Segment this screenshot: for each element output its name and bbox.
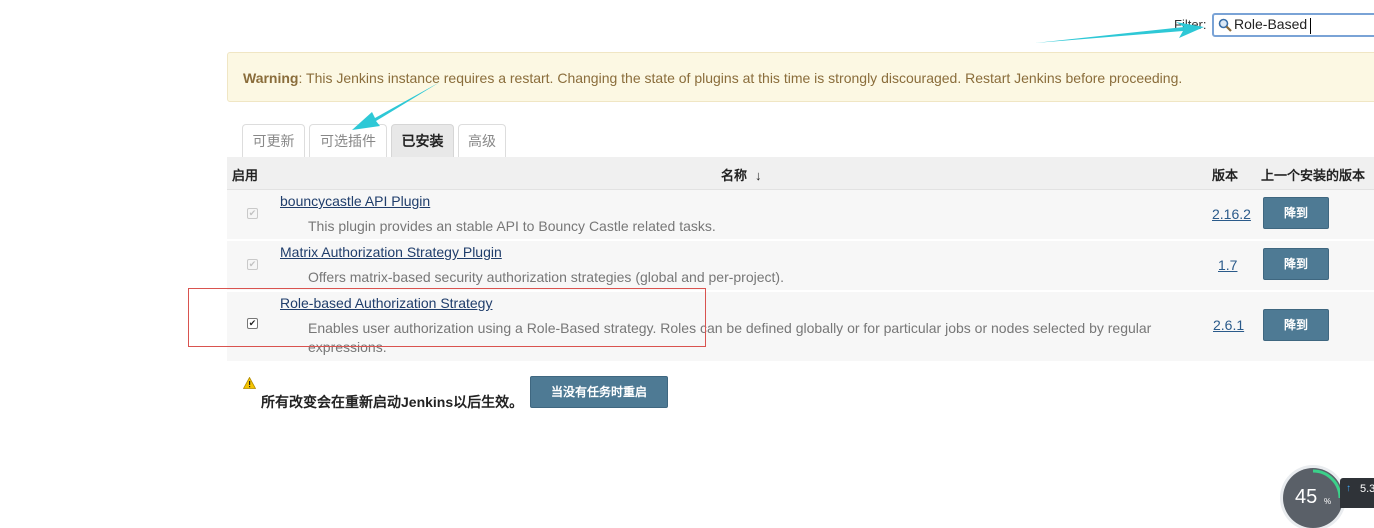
header-enabled[interactable]: 启用 [232, 165, 258, 184]
network-speed-widget[interactable]: ↑ 5.3 [1340, 478, 1374, 508]
warning-text: : This Jenkins instance requires a resta… [298, 70, 1183, 86]
table-row: ✔ Matrix Authorization Strategy Plugin O… [227, 241, 1374, 290]
header-name-label: 名称 [721, 168, 748, 183]
header-name[interactable]: 名称 ↓ [721, 165, 762, 184]
enable-checkbox: ✔ [247, 259, 258, 270]
highlight-annotation-box [188, 288, 706, 347]
filter-input[interactable] [1234, 16, 1374, 32]
downgrade-button[interactable]: 降到 [1263, 248, 1329, 280]
plugin-description: Offers matrix-based security authorizati… [308, 269, 784, 285]
tab-installed[interactable]: 已安装 [391, 124, 454, 157]
table-row: ✔ bouncycastle API Plugin This plugin pr… [227, 190, 1374, 239]
cpu-value: 45 [1295, 486, 1318, 508]
search-icon [1218, 18, 1232, 32]
tab-available[interactable]: 可选插件 [309, 124, 387, 157]
header-previous-version[interactable]: 上一个安装的版本 [1261, 165, 1365, 184]
downgrade-button[interactable]: 降到 [1263, 197, 1329, 229]
cpu-usage-gauge[interactable]: 45 % [1283, 468, 1343, 528]
plugin-description: This plugin provides an stable API to Bo… [308, 218, 716, 234]
restart-when-idle-button[interactable]: 当没有任务时重启 [530, 376, 668, 408]
warning-title: Warning [243, 70, 299, 86]
filter-label: Filter: [1174, 17, 1207, 32]
plugin-link[interactable]: Matrix Authorization Strategy Plugin [280, 244, 502, 260]
header-version[interactable]: 版本 [1212, 165, 1238, 184]
network-speed-value: 5.3 [1360, 483, 1374, 495]
tab-updates[interactable]: 可更新 [242, 124, 305, 157]
plugin-table-header: 启用 名称 ↓ 版本 上一个安装的版本 [227, 157, 1374, 190]
plugin-link[interactable]: bouncycastle API Plugin [280, 193, 430, 209]
restart-warning-banner: Warning: This Jenkins instance requires … [227, 52, 1374, 102]
text-caret [1310, 18, 1311, 34]
warning-icon [243, 377, 256, 389]
restart-notice: 所有改变会在重新启动Jenkins以后生效。 [261, 394, 524, 410]
version-link[interactable]: 1.7 [1218, 257, 1237, 273]
version-link[interactable]: 2.16.2 [1212, 206, 1251, 222]
upload-arrow-icon: ↑ [1346, 483, 1351, 494]
tab-advanced[interactable]: 高级 [458, 124, 506, 157]
sort-down-icon: ↓ [755, 168, 762, 183]
enable-checkbox: ✔ [247, 208, 258, 219]
version-link[interactable]: 2.6.1 [1213, 317, 1244, 333]
filter-input-box[interactable] [1212, 13, 1374, 37]
downgrade-button[interactable]: 降到 [1263, 309, 1329, 341]
